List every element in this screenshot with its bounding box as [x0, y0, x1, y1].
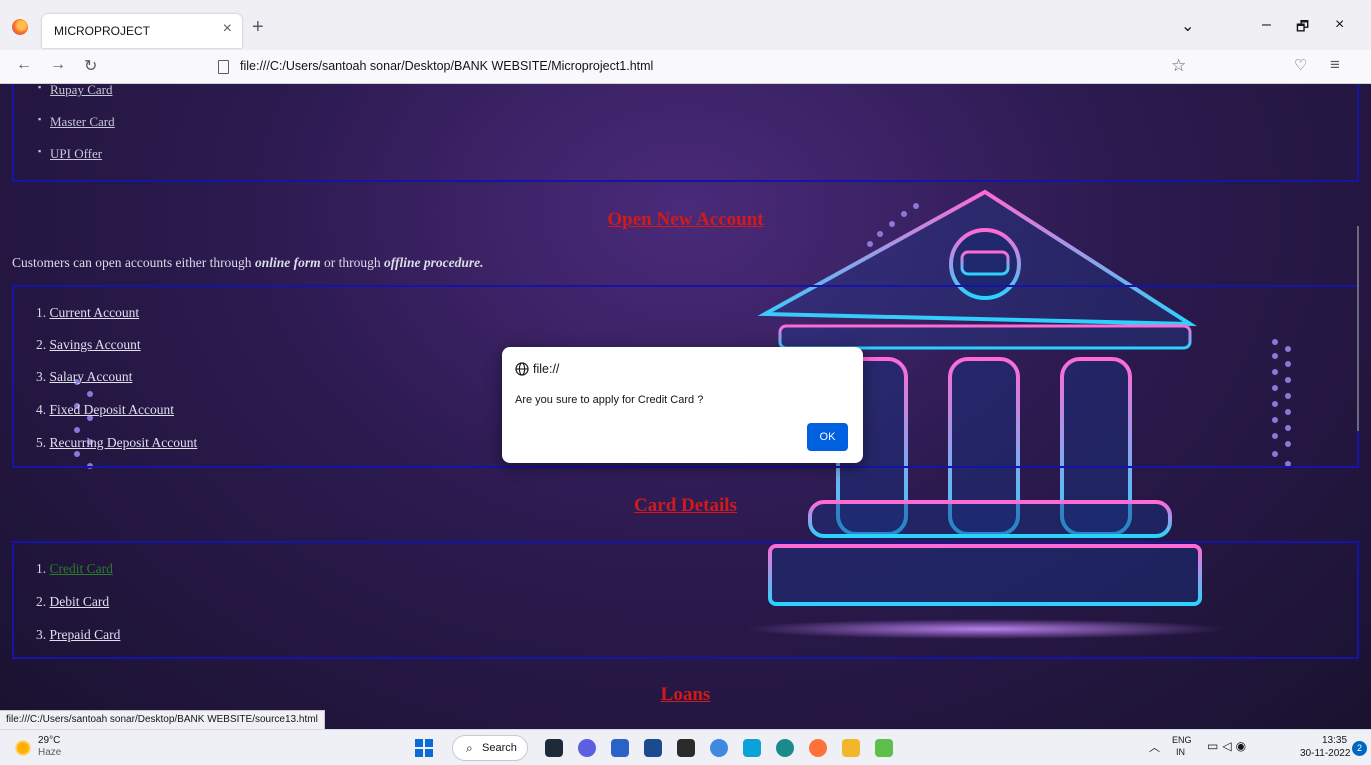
browser-nav-bar: ← → ↻ file:///C:/Users/santoah sonar/Des… — [0, 50, 1371, 84]
offer-link-rupay[interactable]: Rupay Card — [38, 84, 113, 98]
chat-icon[interactable] — [578, 739, 596, 757]
tab-title: MICROPROJECT — [54, 24, 150, 38]
firefox-icon[interactable] — [12, 19, 28, 35]
ok-button[interactable]: OK — [807, 423, 848, 451]
list-item: 2. Debit Card — [36, 594, 110, 609]
firefox-taskbar-icon[interactable] — [809, 739, 827, 757]
weather-icon[interactable] — [14, 739, 32, 757]
credit-card-link[interactable]: Credit Card — [50, 561, 113, 576]
tray-chevron-icon[interactable]: ︿ — [1149, 739, 1160, 755]
menu-icon[interactable]: ≡ — [1330, 55, 1340, 75]
clock-date[interactable]: 30-11-2022 — [1300, 748, 1350, 759]
clock-time[interactable]: 13:35 — [1322, 735, 1347, 746]
salary-account-link[interactable]: Salary Account — [50, 369, 133, 384]
close-window-icon[interactable]: × — [1335, 16, 1344, 34]
restore-icon[interactable]: 🗗 — [1296, 16, 1309, 40]
page-icon — [218, 60, 229, 74]
region-indicator[interactable]: IN — [1176, 747, 1185, 757]
photos-app-icon[interactable] — [875, 739, 893, 757]
photos-icon[interactable] — [710, 739, 728, 757]
taskbar: 29°C Haze ⌕ Search ︿ ENG IN ▭◁◉ 13:35 30… — [0, 729, 1371, 765]
taskbar-search[interactable]: ⌕ Search — [452, 735, 528, 761]
list-item: 3. Prepaid Card — [36, 627, 121, 642]
cards-list: 1. Credit Card 2. Debit Card 3. Prepaid … — [12, 541, 1359, 659]
list-item: 1. Credit Card — [36, 561, 113, 576]
back-icon[interactable]: ← — [16, 56, 32, 74]
list-item: 3. Salary Account — [36, 369, 133, 384]
edge-icon[interactable] — [776, 739, 794, 757]
fixed-deposit-link[interactable]: Fixed Deposit Account — [50, 402, 175, 417]
search-label: Search — [482, 742, 517, 754]
tab-close-icon[interactable]: × — [223, 20, 232, 38]
bookmark-star-icon[interactable]: ☆ — [1171, 56, 1186, 76]
weather-condition[interactable]: Haze — [38, 747, 61, 758]
loans-heading: Loans — [660, 684, 711, 705]
list-item: 5. Recurring Deposit Account — [36, 435, 198, 450]
forward-icon[interactable]: → — [50, 56, 66, 74]
browser-tab[interactable]: MICROPROJECT × — [42, 14, 242, 48]
search-icon: ⌕ — [466, 741, 473, 755]
online-form-text: online form — [254, 255, 321, 270]
url-bar[interactable]: file:///C:/Users/santoah sonar/Desktop/B… — [240, 59, 653, 73]
open-account-heading: Open New Account — [607, 209, 764, 230]
windows-start-icon[interactable] — [415, 739, 433, 757]
prepaid-card-link[interactable]: Prepaid Card — [50, 627, 121, 642]
browser-tab-bar: MICROPROJECT × + ⌄ – 🗗 × — [0, 0, 1371, 50]
offer-link-upi[interactable]: UPI Offer — [38, 146, 102, 162]
card-details-heading: Card Details — [634, 495, 737, 516]
globe-icon — [515, 362, 529, 376]
current-account-link[interactable]: Current Account — [50, 305, 140, 320]
dialog-message: Are you sure to apply for Credit Card ? — [515, 394, 704, 406]
offline-procedure-text: offline procedure. — [383, 255, 484, 270]
minimize-icon[interactable]: – — [1262, 16, 1271, 34]
widgets-icon[interactable] — [611, 739, 629, 757]
list-item: 4. Fixed Deposit Account — [36, 402, 175, 417]
task-view-icon[interactable] — [545, 739, 563, 757]
language-indicator[interactable]: ENG — [1172, 735, 1192, 745]
pocket-icon[interactable]: ♡ — [1294, 56, 1307, 74]
list-item: 1. Current Account — [36, 305, 140, 320]
offer-link-master[interactable]: Master Card — [38, 114, 115, 130]
mail-icon[interactable] — [644, 739, 662, 757]
offers-list: Rupay Card Master Card UPI Offer — [12, 84, 1359, 182]
dialog-origin: file:// — [533, 362, 560, 376]
weather-temp[interactable]: 29°C — [38, 735, 60, 746]
dropbox-icon[interactable] — [677, 739, 695, 757]
savings-account-link[interactable]: Savings Account — [50, 337, 141, 352]
status-link-preview: file:///C:/Users/santoah sonar/Desktop/B… — [0, 710, 325, 729]
scrollbar[interactable] — [1357, 226, 1359, 431]
debit-card-link[interactable]: Debit Card — [50, 594, 110, 609]
list-item: 2. Savings Account — [36, 337, 141, 352]
reload-icon[interactable]: ↻ — [84, 56, 97, 76]
tray-icons[interactable]: ▭◁◉ — [1207, 739, 1250, 753]
intro-text: Customers can open accounts either throu… — [12, 255, 484, 270]
file-explorer-icon[interactable] — [842, 739, 860, 757]
notification-badge[interactable]: 2 — [1352, 741, 1367, 756]
recurring-deposit-link[interactable]: Recurring Deposit Account — [50, 435, 198, 450]
vscode-icon[interactable] — [743, 739, 761, 757]
tab-list-icon[interactable]: ⌄ — [1181, 16, 1194, 36]
new-tab-button[interactable]: + — [252, 16, 264, 39]
